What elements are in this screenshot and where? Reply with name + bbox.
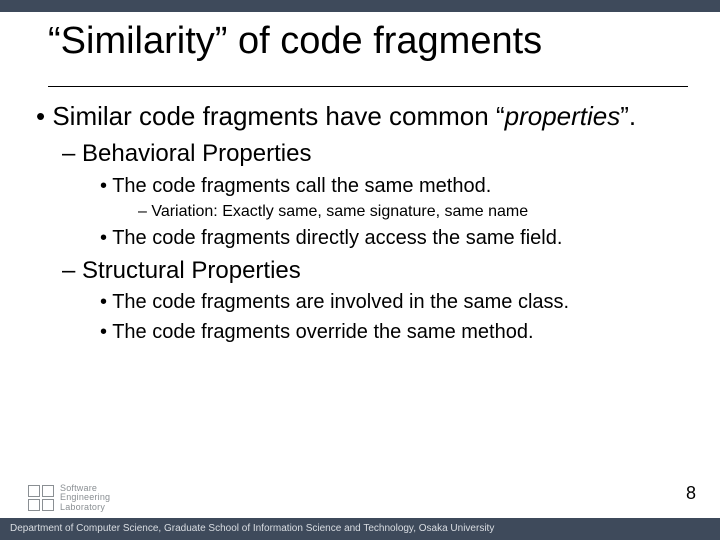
bullet-text: Behavioral Properties — [82, 140, 311, 167]
logo-text: Software Engineering Laboratory — [60, 484, 110, 512]
lab-logo: Software Engineering Laboratory — [28, 484, 110, 512]
bullet-lvl3: The code fragments are involved in the s… — [100, 290, 688, 316]
page-number: 8 — [686, 483, 696, 504]
title-rule — [48, 86, 688, 87]
top-bar — [0, 0, 720, 12]
bullet-lvl2: Structural Properties The code fragments… — [62, 256, 688, 346]
footer-bar: Department of Computer Science, Graduate… — [0, 518, 720, 540]
bullet-lvl4: Variation: Exactly same, same signature,… — [138, 202, 688, 222]
bullet-text: Variation: Exactly same, same signature,… — [151, 203, 528, 220]
bullet-text: The code fragments call the same method. — [112, 175, 491, 197]
slide-content: Similar code fragments have common “prop… — [36, 100, 688, 354]
footer-text: Department of Computer Science, Graduate… — [10, 523, 494, 534]
bullet-text: Structural Properties — [82, 257, 301, 284]
bullet-lvl3: The code fragments override the same met… — [100, 320, 688, 346]
bullet-lvl3: The code fragments call the same method.… — [100, 174, 688, 222]
bullet-text: ”. — [620, 101, 636, 131]
slide-title: “Similarity” of code fragments — [48, 20, 688, 64]
logo-line: Laboratory — [60, 503, 110, 512]
bullet-text: Similar code fragments have common “ — [52, 101, 504, 131]
bullet-lvl2: Behavioral Properties The code fragments… — [62, 139, 688, 251]
bullet-text: The code fragments are involved in the s… — [112, 291, 569, 313]
slide: “Similarity” of code fragments Similar c… — [0, 0, 720, 540]
bullet-text-em: properties — [505, 101, 621, 131]
logo-icon — [28, 485, 54, 511]
bullet-text: The code fragments override the same met… — [112, 321, 533, 343]
bullet-lvl3: The code fragments directly access the s… — [100, 226, 688, 252]
bullet-text: The code fragments directly access the s… — [112, 227, 562, 249]
bullet-lvl1: Similar code fragments have common “prop… — [36, 100, 688, 346]
